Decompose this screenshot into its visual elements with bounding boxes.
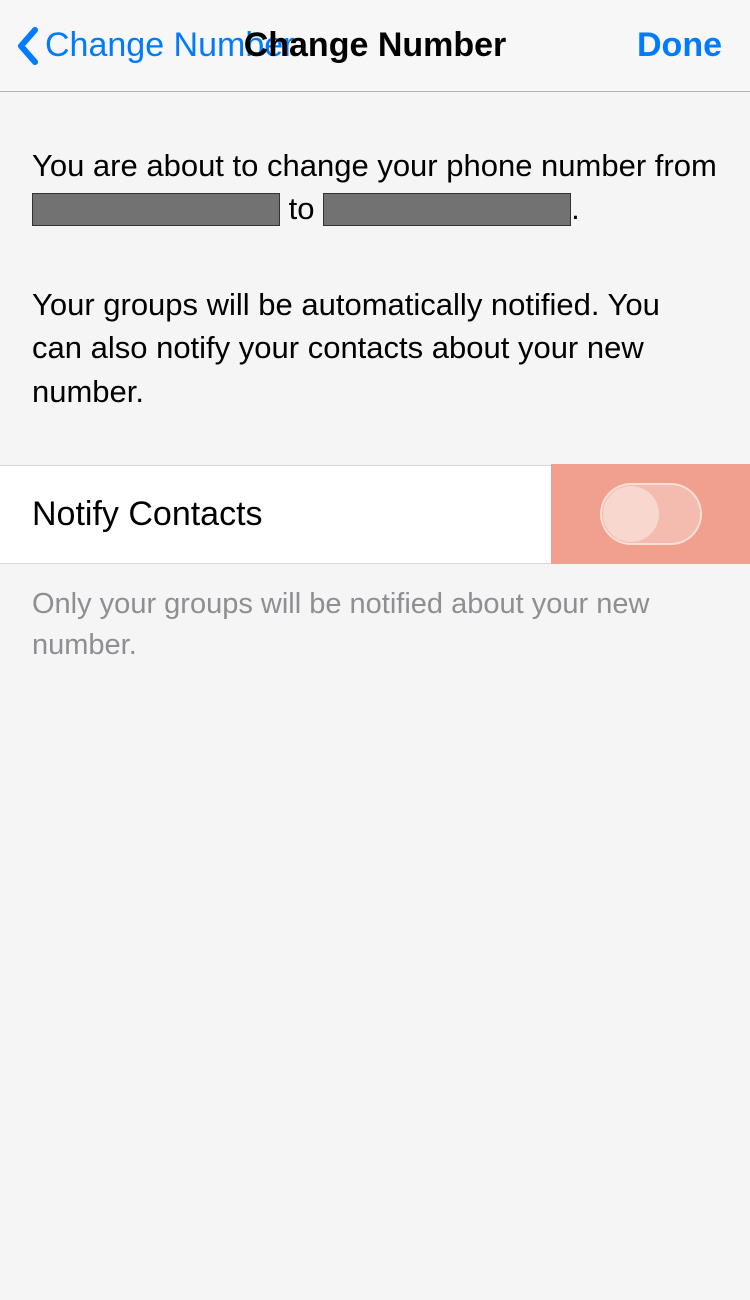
chevron-left-icon — [15, 26, 39, 66]
notify-contacts-toggle[interactable] — [600, 483, 702, 545]
notify-contacts-label: Notify Contacts — [32, 495, 551, 534]
description-block: You are about to change your phone numbe… — [0, 92, 750, 465]
navigation-bar: Change Number Change Number Done — [0, 0, 750, 92]
description-text-suffix: . — [571, 191, 580, 226]
description-line-2: Your groups will be automatically notifi… — [32, 283, 718, 413]
footer-help-text: Only your groups will be notified about … — [0, 564, 750, 685]
description-text-mid: to — [280, 191, 323, 226]
notify-contacts-row: Notify Contacts — [0, 465, 750, 564]
description-text-prefix: You are about to change your phone numbe… — [32, 148, 717, 183]
done-button[interactable]: Done — [637, 26, 722, 65]
toggle-highlight — [551, 464, 750, 564]
page-title: Change Number — [244, 26, 507, 65]
toggle-knob — [603, 486, 659, 542]
description-line-1: You are about to change your phone numbe… — [32, 144, 718, 231]
redacted-old-number — [32, 193, 280, 226]
redacted-new-number — [323, 193, 571, 226]
